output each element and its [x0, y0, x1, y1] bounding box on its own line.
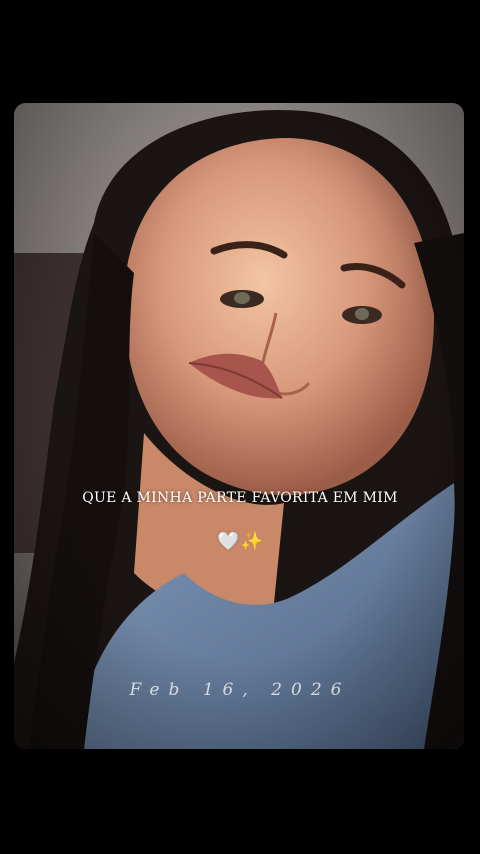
white-heart-icon: 🤍 — [217, 531, 240, 552]
sparkles-icon: ✨ — [240, 531, 263, 552]
selfie-photo-illustration — [14, 103, 464, 749]
caption-text: QUE A MINHA PARTE FAVORITA EM MIM — [82, 490, 398, 506]
emoji-row: 🤍✨ — [0, 530, 480, 554]
date-stamp: Feb 16, 2026 — [129, 680, 351, 700]
selfie-photo — [14, 103, 464, 749]
